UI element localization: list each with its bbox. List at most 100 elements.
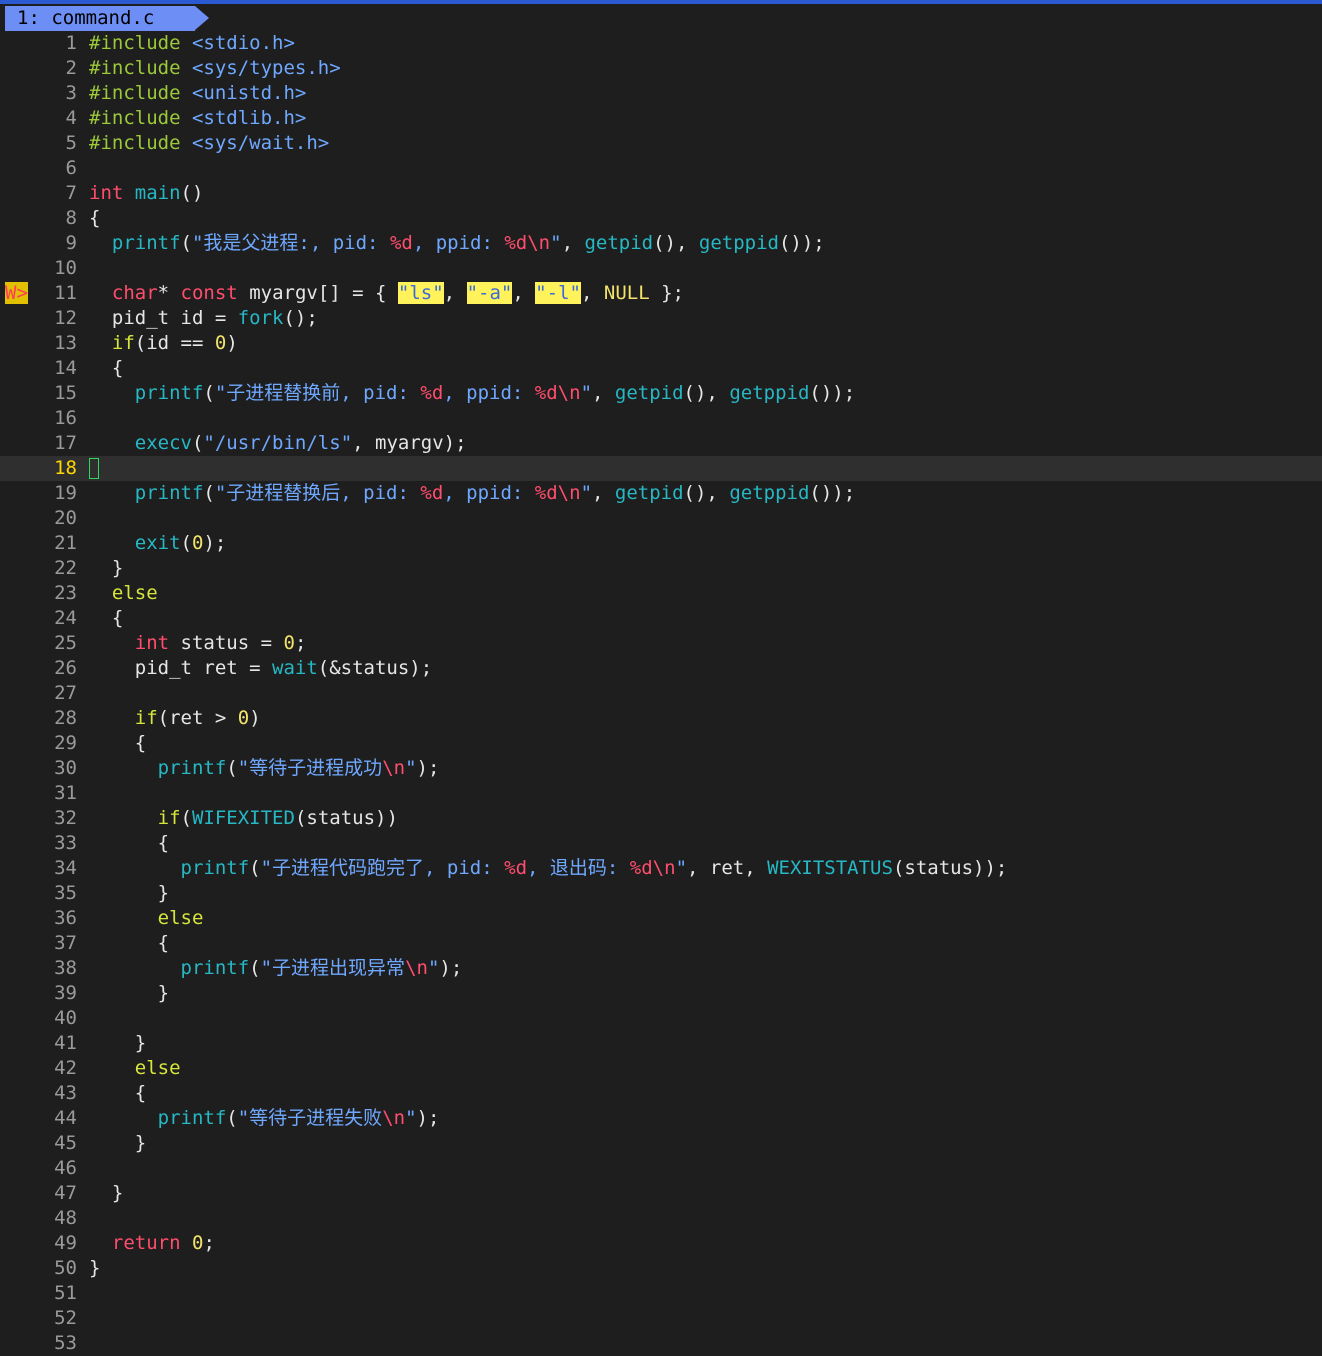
code-line[interactable]: 43 {: [0, 1081, 1322, 1106]
code-line[interactable]: 53: [0, 1331, 1322, 1356]
code-token: %d: [420, 382, 444, 404]
code-line[interactable]: 51: [0, 1281, 1322, 1306]
code-line[interactable]: 3 #include <unistd.h>: [0, 81, 1322, 106]
code-line[interactable]: 23 else: [0, 581, 1322, 606]
code-token: execv: [134, 432, 192, 454]
code-token: (status)): [294, 807, 398, 829]
code-line[interactable]: 16: [0, 406, 1322, 431]
line-number: 46: [54, 1157, 77, 1179]
code-line[interactable]: 9 printf("我是父进程:, pid: %d, ppid: %d\n", …: [0, 231, 1322, 256]
code-token: printf: [111, 232, 181, 254]
code-token: ): [226, 332, 238, 354]
code-line[interactable]: 42 else: [0, 1056, 1322, 1081]
code-line[interactable]: 2 #include <sys/types.h>: [0, 56, 1322, 81]
code-token: <unistd.h>: [191, 82, 307, 104]
code-line[interactable]: 25 int status = 0;: [0, 631, 1322, 656]
line-number: 8: [65, 207, 77, 229]
line-number: 42: [54, 1057, 77, 1079]
code-line[interactable]: 27: [0, 681, 1322, 706]
code-token: ": [405, 757, 417, 779]
buffer-tab[interactable]: 1: command.c: [5, 6, 195, 31]
code-line[interactable]: 40: [0, 1006, 1322, 1031]
code-line[interactable]: 33 {: [0, 831, 1322, 856]
code-line[interactable]: 52: [0, 1306, 1322, 1331]
code-token: status =: [169, 632, 284, 654]
code-line[interactable]: 21 exit(0);: [0, 531, 1322, 556]
code-token: %d: [504, 857, 528, 879]
code-editor[interactable]: 1 #include <stdio.h> 2 #include <sys/types.…: [0, 31, 1322, 1354]
code-token: myargv[] = {: [237, 282, 398, 304]
code-line[interactable]: 22 }: [0, 556, 1322, 581]
code-line[interactable]: 28 if(ret > 0): [0, 706, 1322, 731]
code-token: {: [89, 732, 147, 754]
code-token: %d: [389, 232, 413, 254]
code-line[interactable]: 26 pid_t ret = wait(&status);: [0, 656, 1322, 681]
code-token: "我是父进程:, pid:: [191, 232, 390, 254]
code-line[interactable]: 36 else: [0, 906, 1322, 931]
code-line[interactable]: 24 {: [0, 606, 1322, 631]
line-number: 29: [54, 732, 77, 754]
code-token: (: [203, 382, 215, 404]
code-token: );: [439, 957, 463, 979]
code-token: else: [134, 1057, 181, 1079]
code-line[interactable]: 6: [0, 156, 1322, 181]
tabline: 1: command.c: [0, 0, 1322, 31]
code-line[interactable]: 14 {: [0, 356, 1322, 381]
code-line[interactable]: 12 pid_t id = fork();: [0, 306, 1322, 331]
code-line[interactable]: 18: [0, 456, 1322, 481]
code-token: ": [550, 232, 562, 254]
code-token: ": [675, 857, 688, 879]
line-number: 2: [65, 57, 77, 79]
code-line[interactable]: 46: [0, 1156, 1322, 1181]
code-line[interactable]: 32 if(WIFEXITED(status)): [0, 806, 1322, 831]
code-line[interactable]: 20: [0, 506, 1322, 531]
code-line[interactable]: 29 {: [0, 731, 1322, 756]
code-token: const: [180, 282, 238, 304]
code-line[interactable]: 19 printf("子进程替换后, pid: %d, ppid: %d\n",…: [0, 481, 1322, 506]
line-number: 51: [54, 1282, 77, 1304]
code-line[interactable]: W> 11 char* const myargv[] = { "ls", "-a"…: [0, 281, 1322, 306]
code-token: ": [580, 382, 593, 404]
tab-separator-arrow-icon: [195, 6, 209, 30]
code-line[interactable]: 37 {: [0, 931, 1322, 956]
code-token: "等待子进程失败: [237, 1107, 383, 1129]
code-line[interactable]: 15 printf("子进程替换前, pid: %d, ppid: %d\n",…: [0, 381, 1322, 406]
code-token: %d: [504, 232, 528, 254]
code-text: char* const myargv[] = { "ls", "-a", "-l…: [89, 281, 684, 306]
code-token: %d: [629, 857, 653, 879]
code-line[interactable]: 47 }: [0, 1181, 1322, 1206]
code-line[interactable]: 41 }: [0, 1031, 1322, 1056]
code-token: , ppid:: [443, 382, 535, 404]
code-line[interactable]: 8{: [0, 206, 1322, 231]
code-line[interactable]: 34 printf("子进程代码跑完了, pid: %d, 退出码: %d\n"…: [0, 856, 1322, 881]
code-line[interactable]: 31: [0, 781, 1322, 806]
code-line[interactable]: 7 int main(): [0, 181, 1322, 206]
code-line[interactable]: 45 }: [0, 1131, 1322, 1156]
code-line[interactable]: 13 if(id == 0): [0, 331, 1322, 356]
code-line[interactable]: 5 #include <sys/wait.h>: [0, 131, 1322, 156]
code-line[interactable]: 30 printf("等待子进程成功\n");: [0, 756, 1322, 781]
code-text: pid_t ret = wait(&status);: [89, 656, 432, 681]
buffer-tab-label: 1: command.c: [17, 7, 155, 29]
code-line[interactable]: 44 printf("等待子进程失败\n");: [0, 1106, 1322, 1131]
line-number: 23: [54, 582, 77, 604]
code-line[interactable]: 17 execv("/usr/bin/ls", myargv);: [0, 431, 1322, 456]
code-line[interactable]: 48: [0, 1206, 1322, 1231]
code-line[interactable]: 50}: [0, 1256, 1322, 1281]
code-line[interactable]: 38 printf("子进程出现异常\n");: [0, 956, 1322, 981]
code-line[interactable]: 1 #include <stdio.h>: [0, 31, 1322, 56]
line-number: 44: [54, 1107, 77, 1129]
code-text: exit(0);: [89, 531, 227, 556]
code-token: \n: [405, 957, 428, 979]
code-line[interactable]: 39 }: [0, 981, 1322, 1006]
code-text: #include <stdio.h>: [89, 31, 295, 56]
code-line[interactable]: 49 return 0;: [0, 1231, 1322, 1256]
code-line[interactable]: 35 }: [0, 881, 1322, 906]
code-line[interactable]: 10: [0, 256, 1322, 281]
code-line[interactable]: 4 #include <stdlib.h>: [0, 106, 1322, 131]
